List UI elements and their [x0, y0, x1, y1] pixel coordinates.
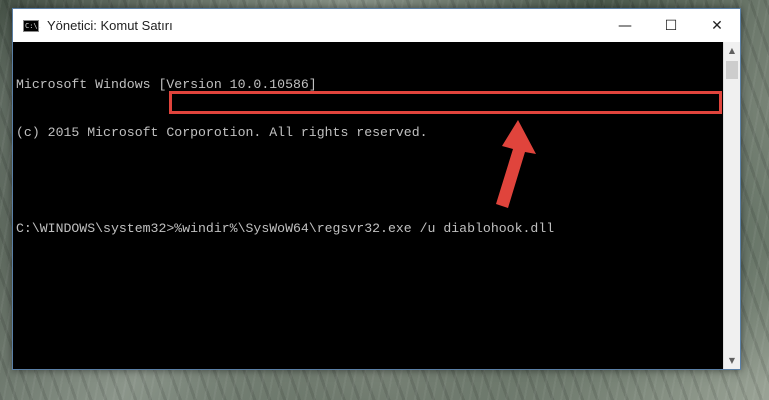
red-arrow-icon: [496, 120, 536, 208]
close-button[interactable]: ✕: [694, 9, 740, 42]
prompt-text: C:\WINDOWS\system32>: [16, 221, 175, 236]
command-line: C:\WINDOWS\system32>%windir%\SysWoW64\re…: [16, 221, 723, 237]
cmd-icon-label: C:\.: [25, 21, 42, 30]
console-line: (c) 2015 Microsoft Corporotion. All righ…: [16, 125, 428, 140]
chevron-down-icon[interactable]: ▼: [724, 352, 740, 369]
command-text[interactable]: %windir%\SysWoW64\regsvr32.exe /u diablo…: [174, 221, 554, 236]
cmd-icon: C:\.: [23, 19, 42, 32]
minimize-button[interactable]: —: [602, 9, 648, 42]
window-controls: — ☐ ✕: [602, 9, 740, 42]
command-prompt-window: C:\. Yönetici: Komut Satırı — ☐ ✕ Micros…: [12, 8, 741, 370]
window-title: Yönetici: Komut Satırı: [47, 18, 173, 33]
vertical-scrollbar[interactable]: ▲ ▼: [723, 42, 740, 369]
maximize-button[interactable]: ☐: [648, 9, 694, 42]
title-bar[interactable]: C:\. Yönetici: Komut Satırı — ☐ ✕: [13, 9, 740, 42]
command-highlight-box: [169, 91, 722, 114]
scrollbar-thumb[interactable]: [726, 61, 738, 79]
chevron-up-icon[interactable]: ▲: [724, 42, 740, 59]
